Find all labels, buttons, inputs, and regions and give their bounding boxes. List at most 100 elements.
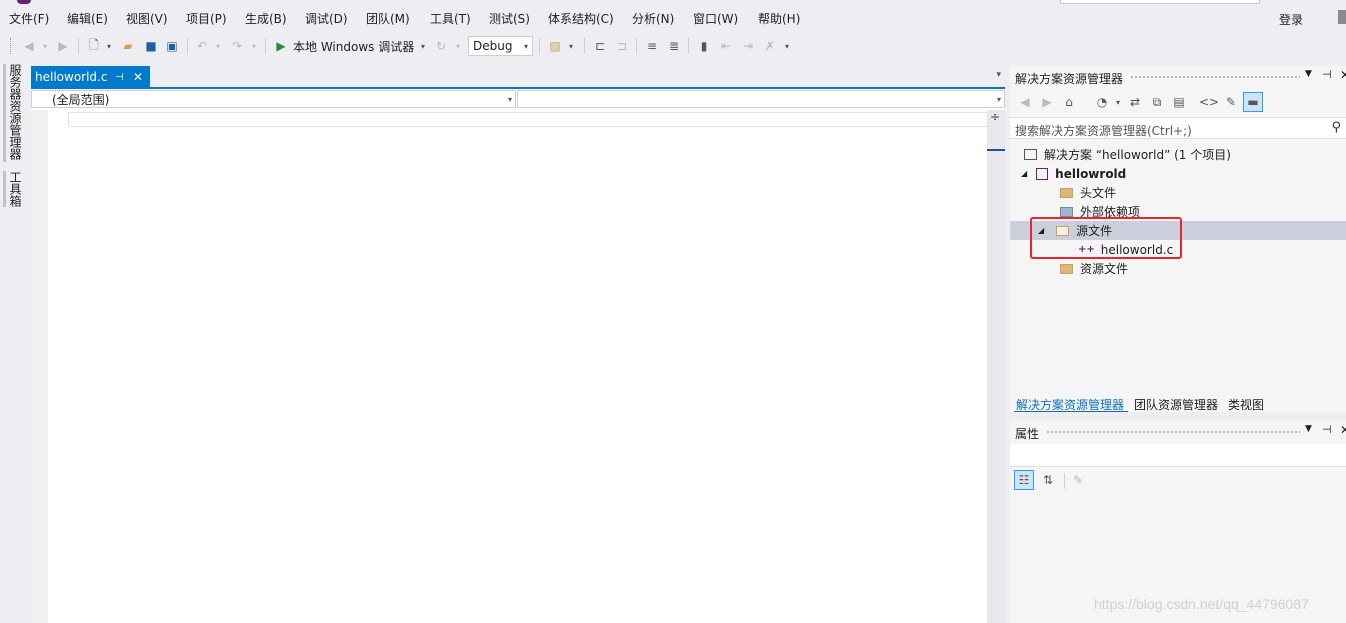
wrench-icon[interactable]: ✎ — [1223, 93, 1239, 111]
menu-tools[interactable]: 工具(T) — [430, 10, 471, 27]
scope-select[interactable]: (全局范围) ▾ — [31, 90, 516, 108]
show-all-files-icon[interactable]: ▤ — [1171, 93, 1187, 111]
comment-icon[interactable]: ≡ — [644, 37, 660, 55]
categorized-icon[interactable]: ☷ — [1014, 470, 1034, 490]
menu-team[interactable]: 团队(M) — [366, 10, 410, 27]
split-icon[interactable]: ÷ — [990, 110, 1000, 124]
alphabetical-sort-icon[interactable]: ⇅ — [1038, 470, 1058, 490]
save-all-icon[interactable]: ▣ — [164, 37, 180, 55]
pin-icon[interactable]: ⊣ — [1322, 68, 1332, 81]
menu-window[interactable]: 窗口(W) — [693, 10, 738, 27]
open-file-icon[interactable]: ▰ — [120, 37, 136, 55]
tree-project[interactable]: ◢ hellowrold — [1010, 164, 1346, 183]
item-label: 资源文件 — [1080, 262, 1129, 276]
editor-gutter — [31, 110, 48, 623]
menu-build[interactable]: 生成(B) — [245, 10, 287, 27]
nav-forward-icon[interactable]: ▶ — [1040, 93, 1054, 111]
chevron-down-icon[interactable]: ▾ — [40, 37, 50, 55]
menu-view[interactable]: 视图(V) — [126, 10, 168, 27]
tree-item-headers[interactable]: 头文件 — [1010, 183, 1346, 202]
chevron-down-icon[interactable]: ▾ — [213, 37, 223, 55]
tab-helloworld-c[interactable]: helloworld.c ⊣ ✕ — [31, 66, 150, 88]
item-label: 头文件 — [1080, 186, 1117, 200]
pending-changes-icon[interactable]: ◔ — [1094, 93, 1110, 111]
play-icon[interactable]: ▶ — [274, 37, 288, 55]
chevron-down-icon[interactable]: ▼ — [1305, 69, 1312, 79]
view-code-icon[interactable]: <> — [1199, 93, 1219, 111]
toolbar-separator — [1064, 473, 1065, 489]
account-icon[interactable] — [1338, 10, 1346, 24]
toolbar-overflow-icon[interactable]: ▾ — [782, 37, 792, 55]
tab-list-dropdown-icon[interactable]: ▾ — [996, 70, 1001, 80]
chevron-down-icon[interactable]: ▾ — [1113, 93, 1123, 111]
server-explorer-tab[interactable]: 服务器资源管理器 — [7, 64, 24, 160]
chevron-down-icon[interactable]: ▼ — [1305, 424, 1312, 434]
chevron-down-icon[interactable]: ▾ — [249, 37, 259, 55]
menu-debug[interactable]: 调试(D) — [305, 10, 348, 27]
menu-analyze[interactable]: 分析(N) — [632, 10, 674, 27]
uncomment-icon[interactable]: ≣ — [666, 37, 682, 55]
menu-project[interactable]: 项目(P) — [186, 10, 227, 27]
find-in-files-icon[interactable]: ▨ — [547, 37, 563, 55]
outdent-icon[interactable]: ⊏ — [592, 37, 608, 55]
nav-forward-icon[interactable]: ▶ — [56, 37, 70, 55]
splitter[interactable] — [1005, 66, 1010, 623]
indent-icon[interactable]: ⊐ — [614, 37, 630, 55]
object-select[interactable] — [1010, 444, 1346, 467]
start-debugger-button[interactable]: 本地 Windows 调试器 — [293, 37, 414, 55]
redo-icon[interactable]: ↷ — [230, 37, 244, 55]
tree-solution[interactable]: 解决方案 “helloworld” (1 个项目) — [1010, 145, 1346, 164]
clear-bookmarks-icon[interactable]: ✗ — [762, 37, 778, 55]
toolbox-tab[interactable]: 工具箱 — [7, 171, 24, 207]
menu-test[interactable]: 测试(S) — [489, 10, 530, 27]
property-pages-icon[interactable]: ✎ — [1070, 470, 1086, 490]
solution-label: 解决方案 “helloworld” (1 个项目) — [1044, 148, 1231, 162]
nav-back-icon[interactable]: ◀ — [22, 37, 36, 55]
menu-file[interactable]: 文件(F) — [9, 10, 49, 27]
tree-item-resources[interactable]: 资源文件 — [1010, 259, 1346, 278]
sync-icon[interactable]: ⇄ — [1127, 93, 1143, 111]
vtab-marker — [3, 64, 6, 162]
menu-edit[interactable]: 编辑(E) — [67, 10, 108, 27]
chevron-down-icon[interactable]: ▾ — [418, 37, 428, 55]
search-icon[interactable]: ⚲ — [1331, 120, 1341, 135]
preview-toggle-icon[interactable]: ▬ — [1243, 92, 1263, 112]
tab-class-view[interactable]: 类视图 — [1228, 396, 1264, 413]
current-line-highlight — [68, 112, 1020, 127]
menu-architecture[interactable]: 体系结构(C) — [548, 10, 614, 27]
expanded-arrow-icon[interactable]: ◢ — [1021, 169, 1027, 178]
chevron-down-icon[interactable]: ▾ — [566, 37, 576, 55]
scroll-position-marker — [987, 149, 1005, 151]
close-icon[interactable]: ✕ — [1340, 423, 1346, 437]
solution-search-box[interactable]: 搜索解决方案资源管理器(Ctrl+;) ⚲ — [1010, 117, 1346, 139]
solution-config-select[interactable]: Debug ▾ — [468, 36, 533, 56]
prev-bookmark-icon[interactable]: ⇤ — [718, 37, 734, 55]
chevron-down-icon: ▾ — [996, 94, 1001, 104]
toolbar-separator — [539, 38, 540, 54]
save-icon[interactable]: ■ — [143, 37, 159, 55]
chevron-down-icon[interactable]: ▾ — [104, 37, 114, 55]
editor-scrollbar[interactable]: ÷ — [987, 110, 1005, 623]
close-icon[interactable]: ✕ — [1340, 68, 1346, 82]
login-link[interactable]: 登录 — [1279, 11, 1303, 28]
next-bookmark-icon[interactable]: ⇥ — [740, 37, 756, 55]
bookmark-icon[interactable]: ▮ — [696, 37, 712, 55]
close-icon[interactable]: ✕ — [133, 70, 143, 84]
chevron-down-icon[interactable]: ▾ — [453, 37, 463, 55]
home-icon[interactable]: ⌂ — [1061, 93, 1077, 111]
pin-icon[interactable]: ⊣ — [1322, 423, 1332, 436]
collapse-all-icon[interactable]: ⧉ — [1149, 93, 1165, 111]
toolbar-separator — [187, 38, 188, 54]
toolbar-grip — [10, 38, 14, 54]
code-editor[interactable]: ÷ — [31, 110, 1020, 623]
tab-team-explorer[interactable]: 团队资源管理器 — [1134, 396, 1218, 413]
active-tab-underline — [1014, 411, 1128, 412]
member-select[interactable]: ▾ — [517, 90, 1005, 108]
nav-back-icon[interactable]: ◀ — [1018, 93, 1032, 111]
undo-icon[interactable]: ↶ — [195, 37, 209, 55]
restart-icon[interactable]: ↻ — [434, 37, 448, 55]
menu-help[interactable]: 帮助(H) — [758, 10, 800, 27]
new-project-icon[interactable]: 🗋 — [86, 37, 102, 55]
title-grip — [1130, 75, 1300, 80]
pin-icon[interactable]: ⊣ — [115, 72, 124, 83]
